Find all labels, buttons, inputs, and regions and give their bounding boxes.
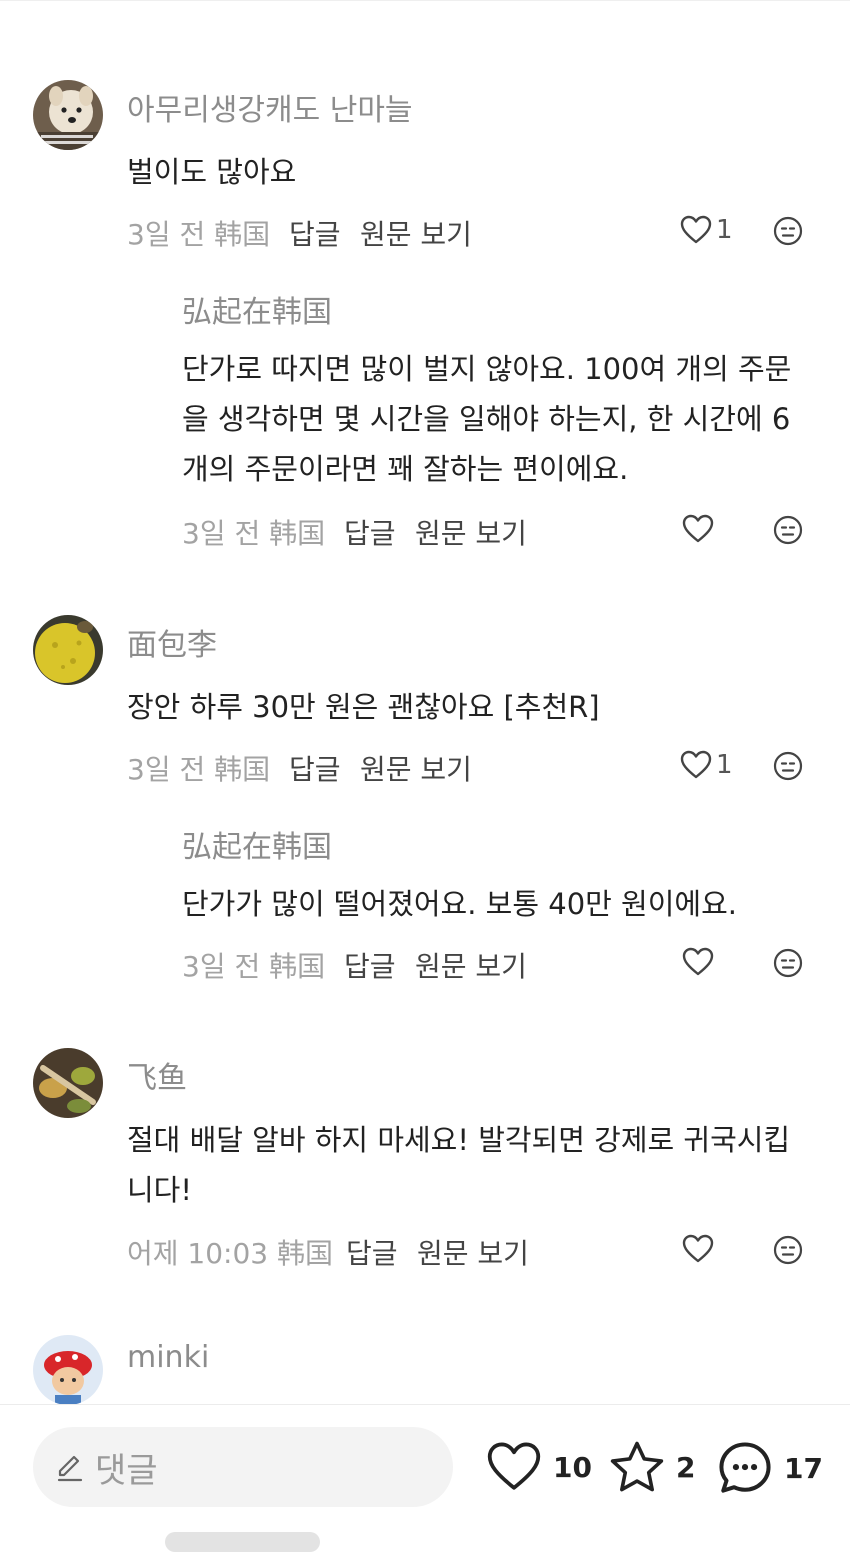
reply-username[interactable]: 弘起在韩国 xyxy=(182,287,332,331)
reply-button[interactable]: 답글 xyxy=(289,748,341,788)
favorite-count: 2 xyxy=(676,1450,696,1484)
meh-face-icon xyxy=(773,751,803,781)
dog-avatar-icon xyxy=(33,80,103,150)
view-original-button[interactable]: 원문 보기 xyxy=(360,213,472,253)
avatar-dog[interactable] xyxy=(33,80,103,150)
reply-button[interactable]: 답글 xyxy=(346,1232,398,1272)
food-avatar-icon xyxy=(33,1048,103,1118)
comment-username[interactable]: 飞鱼 xyxy=(127,1053,187,1097)
reply-text-line-1: 단가가 많이 떨어졌어요. 보통 40만 원이에요. xyxy=(182,887,737,921)
like-count: 10 xyxy=(553,1450,592,1484)
heart-icon xyxy=(682,1234,714,1263)
like-button[interactable] xyxy=(682,947,714,977)
home-indicator[interactable] xyxy=(165,1532,320,1552)
comment-time: 3일 전 韩国 xyxy=(127,753,271,786)
emoji-reaction-button[interactable] xyxy=(773,515,803,549)
comment-text-line-1: 절대 배달 알바 하지 마세요! 발각되면 강제로 귀국시킵 xyxy=(127,1123,791,1157)
heart-icon xyxy=(680,750,712,779)
comment-text: 벌이도 많아요 xyxy=(127,155,297,189)
comment-username[interactable]: minki xyxy=(127,1340,209,1375)
star-icon xyxy=(610,1441,664,1492)
comment-count: 17 xyxy=(784,1451,823,1485)
reply-time: 3일 전 韩国 xyxy=(182,950,326,983)
comment-text: 장안 하루 30만 원은 괜찮아요 [추천R] xyxy=(127,690,600,724)
meh-face-icon xyxy=(773,948,803,978)
like-button[interactable]: 1 xyxy=(680,750,733,780)
avatar-yellow-fruit[interactable] xyxy=(33,615,103,685)
comment-time: 어제 10:03 韩国 xyxy=(127,1237,334,1270)
emoji-reaction-button[interactable] xyxy=(773,216,803,250)
cartoon-avatar-icon xyxy=(33,1335,103,1405)
view-original-button[interactable]: 원문 보기 xyxy=(415,512,527,552)
like-count: 1 xyxy=(716,215,733,245)
emoji-reaction-button[interactable] xyxy=(773,948,803,982)
chat-bubble-icon xyxy=(719,1442,771,1493)
like-button[interactable] xyxy=(682,514,714,544)
emoji-reaction-button[interactable] xyxy=(773,751,803,785)
comment-text-line-2: 니다! xyxy=(127,1173,192,1207)
avatar-food[interactable] xyxy=(33,1048,103,1118)
comment-time: 3일 전 韩国 xyxy=(127,218,271,251)
comment-input[interactable]: 댓글 xyxy=(33,1427,453,1507)
reply-button[interactable]: 답글 xyxy=(344,512,396,552)
pencil-icon xyxy=(57,1455,83,1482)
avatar-cartoon[interactable] xyxy=(33,1335,103,1405)
comment-placeholder: 댓글 xyxy=(95,1450,158,1491)
emoji-reaction-button[interactable] xyxy=(773,1235,803,1269)
reply-text-line-3: 개의 주문이라면 꽤 잘하는 편이에요. xyxy=(182,452,629,486)
view-original-button[interactable]: 원문 보기 xyxy=(417,1232,529,1272)
reply-time: 3일 전 韩国 xyxy=(182,517,326,550)
heart-icon xyxy=(682,947,714,976)
meh-face-icon xyxy=(773,1235,803,1265)
heart-icon xyxy=(487,1442,541,1490)
favorite-button[interactable]: 2 xyxy=(608,1439,695,1495)
meh-face-icon xyxy=(773,216,803,246)
heart-icon xyxy=(680,215,712,244)
yellow-fruit-avatar-icon xyxy=(33,615,103,685)
comment-username[interactable]: 아무리생강캐도 난마늘 xyxy=(127,85,413,129)
like-button[interactable] xyxy=(682,1234,714,1264)
like-count: 1 xyxy=(716,750,733,780)
bottom-action-bar: 댓글 10 2 17 xyxy=(0,1404,850,1552)
heart-icon xyxy=(682,514,714,543)
reply-button[interactable]: 답글 xyxy=(344,945,396,985)
meh-face-icon xyxy=(773,515,803,545)
comments-button[interactable]: 17 xyxy=(716,1439,823,1497)
like-button[interactable]: 1 xyxy=(680,215,733,245)
comment-username[interactable]: 面包李 xyxy=(127,620,217,664)
like-post-button[interactable]: 10 xyxy=(485,1441,592,1493)
view-original-button[interactable]: 원문 보기 xyxy=(360,748,472,788)
reply-username[interactable]: 弘起在韩国 xyxy=(182,822,332,866)
reply-text-line-2: 을 생각하면 몇 시간을 일해야 하는지, 한 시간에 6 xyxy=(182,402,791,436)
reply-button[interactable]: 답글 xyxy=(289,213,341,253)
top-divider xyxy=(0,0,850,1)
reply-text-line-1: 단가로 따지면 많이 벌지 않아요. 100여 개의 주문 xyxy=(182,352,792,386)
view-original-button[interactable]: 원문 보기 xyxy=(415,945,527,985)
